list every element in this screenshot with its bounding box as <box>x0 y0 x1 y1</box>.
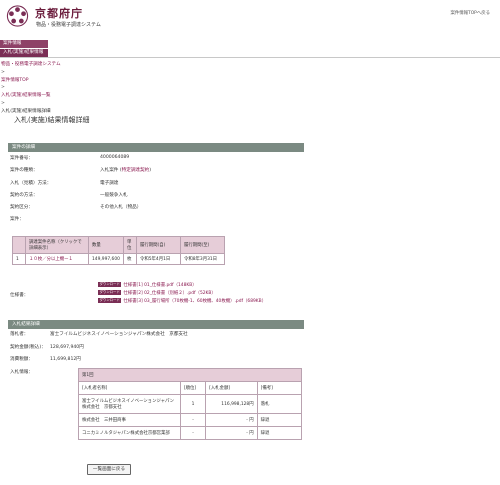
bid-note: 辞退 <box>256 426 303 440</box>
specific-procurement-link[interactable]: 特定調達契約 <box>122 168 150 173</box>
result-value: 11,699,812円 <box>50 357 81 362</box>
bid-rank: - <box>179 426 207 440</box>
detail-type-text: 入札案件 ( <box>100 168 122 173</box>
detail-value: 4000064089 <box>100 155 130 160</box>
bidder-name: 株式会社 三井田商事 <box>78 413 181 427</box>
detail-type-end: ) <box>149 168 152 173</box>
col-header: 履行期間(至) <box>179 236 225 254</box>
bidder-name: コニカミノルタジャパン株式会社京都営業部 <box>78 426 181 440</box>
header-divider <box>0 57 500 58</box>
detail-value: 一般競争入札 <box>100 193 128 198</box>
kyoto-crest-logo <box>6 5 29 27</box>
results-section-header: 入札結果詳細 <box>8 320 304 329</box>
bid-header-row: [入札者名称] [順位] [入札金額] [備考] <box>78 381 303 395</box>
breadcrumb-top[interactable]: 案件情報TOP <box>1 77 61 85</box>
back-to-list-button[interactable]: 一覧画面に戻る <box>87 464 131 475</box>
nav-tab-results[interactable]: 入札(実施)結果情報 <box>0 49 48 57</box>
result-value: 富士フイルムビジネスイノベーションジャパン株式会社 京都支社 <box>50 332 188 337</box>
back-to-top-link[interactable]: 案件情報TOPへ戻る <box>450 10 490 16</box>
bid-amount: - 円 <box>205 413 258 427</box>
bid-table: 第1回 [入札者名称] [順位] [入札金額] [備考] 富士フイルムビジネスイ… <box>78 368 303 440</box>
page-title: 入札(実施)結果情報詳細 <box>14 116 90 124</box>
spec-file-1[interactable]: ダウンロード 仕様書[1] 01_仕様書.pdf（148KB） <box>98 282 197 288</box>
detail-label: 案件： <box>10 217 24 222</box>
detail-label: 案件番号： <box>10 156 33 161</box>
breadcrumb-separator: > <box>1 85 5 91</box>
details-section-header: 案件の詳細 <box>8 143 304 152</box>
bid-amount: - 円 <box>205 426 258 440</box>
bid-note: 落札 <box>256 394 303 414</box>
period-to: 令和8年3月31日 <box>179 253 225 265</box>
quantity: 149,997,600 <box>88 253 124 265</box>
detail-label: 契約区分： <box>10 205 33 210</box>
col-header: [入札金額] <box>205 381 258 395</box>
table-row: コニカミノルタジャパン株式会社京都営業部 - - 円 辞退 <box>78 426 303 440</box>
bidder-name: 富士フイルムビジネスイノベーションジャパン株式会社 京都支社 <box>78 394 181 414</box>
detail-label: 入札（見積）方法： <box>10 181 52 186</box>
bid-amount: 116,998,128円 <box>205 394 258 414</box>
period-from: 令和5年4月1日 <box>135 253 181 265</box>
breadcrumb-separator: > <box>1 100 5 106</box>
download-badge: ダウンロード <box>98 298 122 303</box>
detail-label: 案件の種類： <box>10 168 38 173</box>
breadcrumb-separator: > <box>1 69 5 75</box>
col-header: [入札者名称] <box>78 381 181 395</box>
site-subtitle: 物品・役務電子調達システム <box>36 22 101 28</box>
bid-round: 第1回 <box>78 368 302 382</box>
result-value: 128,697,940円 <box>50 345 84 350</box>
download-badge: ダウンロード <box>98 282 122 287</box>
table-header-row: 調達案件名称（クリックで詳細表示） 数量 単位 履行期間(自) 履行期間(至) <box>12 236 225 254</box>
detail-value: 入札案件 (特定調達契約) <box>100 167 151 173</box>
row-number: 1 <box>12 253 26 265</box>
table-row: 株式会社 三井田商事 - - 円 辞退 <box>78 413 303 427</box>
result-label: 契約金額(税込)： <box>10 345 46 350</box>
col-header: 履行期間(自) <box>135 236 181 254</box>
procurement-table: 調達案件名称（クリックで詳細表示） 数量 単位 履行期間(自) 履行期間(至) … <box>12 236 225 265</box>
bid-rank: - <box>179 413 207 427</box>
spec-file-2[interactable]: ダウンロード 仕様書[2] 02_仕様書（別紙２）.pdf（52KB） <box>98 290 216 296</box>
spec-file-link[interactable]: 仕様書[2] 02_仕様書（別紙２）.pdf（52KB） <box>123 291 215 296</box>
col-header: 単位 <box>122 236 137 254</box>
download-badge: ダウンロード <box>98 290 122 295</box>
spec-file-3[interactable]: ダウンロード 仕様書[3] 03_履行場所（70枚機-1、60枚機、40枚機）.p… <box>98 298 266 304</box>
bid-round-row: 第1回 <box>78 368 302 382</box>
nav-tab-anken[interactable]: 案件情報 <box>0 40 48 48</box>
breadcrumb-system[interactable]: 物品・役務電子調達システム <box>1 61 61 69</box>
breadcrumb: 物品・役務電子調達システム > 案件情報TOP > 入札(実施)結果情報一覧 >… <box>1 61 61 116</box>
unit: 枚 <box>122 253 137 265</box>
bid-note: 辞退 <box>256 413 303 427</box>
detail-label: 契約の方法： <box>10 193 38 198</box>
table-row: 1 １０枚／分以上機ー１ 149,997,600 枚 令和5年4月1日 令和8年… <box>12 253 225 265</box>
col-header: [順位] <box>179 381 207 395</box>
result-label: 落札者： <box>10 332 29 337</box>
breadcrumb-list[interactable]: 入札(実施)結果情報一覧 <box>1 92 61 100</box>
table-row: 富士フイルムビジネスイノベーションジャパン株式会社 京都支社 1 116,998… <box>78 394 303 414</box>
col-header: 調達案件名称（クリックで詳細表示） <box>25 236 89 254</box>
col-header: 数量 <box>88 236 124 254</box>
detail-value: その他入札（物品） <box>100 205 142 210</box>
detail-value: 電子調達 <box>100 181 119 186</box>
spec-file-link[interactable]: 仕様書[1] 01_仕様書.pdf（148KB） <box>123 283 196 288</box>
result-label: 消費税額： <box>10 357 33 362</box>
spec-label: 仕様書： <box>10 293 29 298</box>
spec-file-link[interactable]: 仕様書[3] 03_履行場所（70枚機-1、60枚機、40枚機）.pdf（689… <box>123 299 266 304</box>
result-label: 入札情報： <box>10 370 33 375</box>
bid-rank: 1 <box>179 394 207 414</box>
col-header <box>12 236 26 254</box>
site-title: 京都府庁 <box>35 7 83 20</box>
procurement-item-link[interactable]: １０枚／分以上機ー１ <box>25 253 89 265</box>
col-header: [備考] <box>256 381 303 395</box>
